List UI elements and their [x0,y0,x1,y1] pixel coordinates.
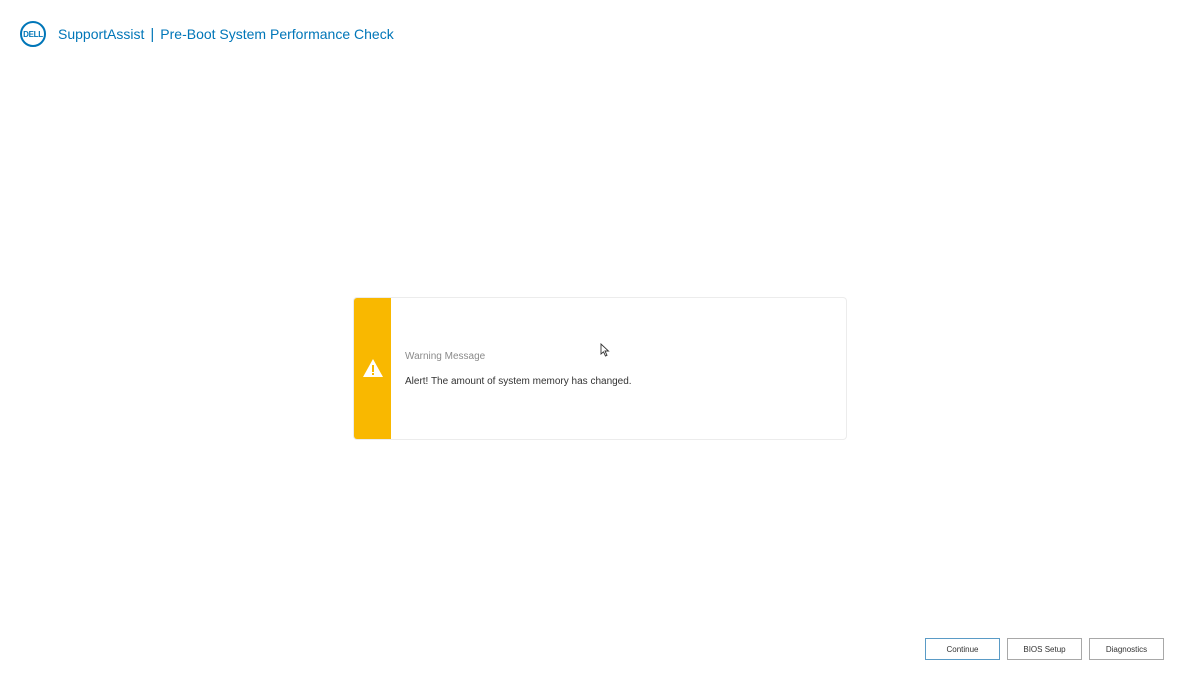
dell-logo: DELL [20,21,46,47]
app-header: DELL SupportAssist | Pre-Boot System Per… [20,19,394,49]
warning-triangle-icon [363,359,383,377]
warning-stripe [354,298,391,439]
continue-button[interactable]: Continue [925,638,1000,660]
bios-setup-button[interactable]: BIOS Setup [1007,638,1082,660]
header-separator: | [150,25,155,43]
app-subtitle: Pre-Boot System Performance Check [160,26,394,42]
support-assist-screen: DELL SupportAssist | Pre-Boot System Per… [0,0,1200,675]
warning-title: Warning Message [405,351,486,362]
warning-card: Warning Message Alert! The amount of sys… [353,297,847,440]
app-name: SupportAssist [58,26,145,42]
diagnostics-button[interactable]: Diagnostics [1089,638,1164,660]
dell-logo-text: DELL [23,29,43,39]
warning-message: Alert! The amount of system memory has c… [405,376,632,387]
footer-actions: Continue BIOS Setup Diagnostics [925,638,1164,660]
mouse-cursor-icon [600,343,610,357]
